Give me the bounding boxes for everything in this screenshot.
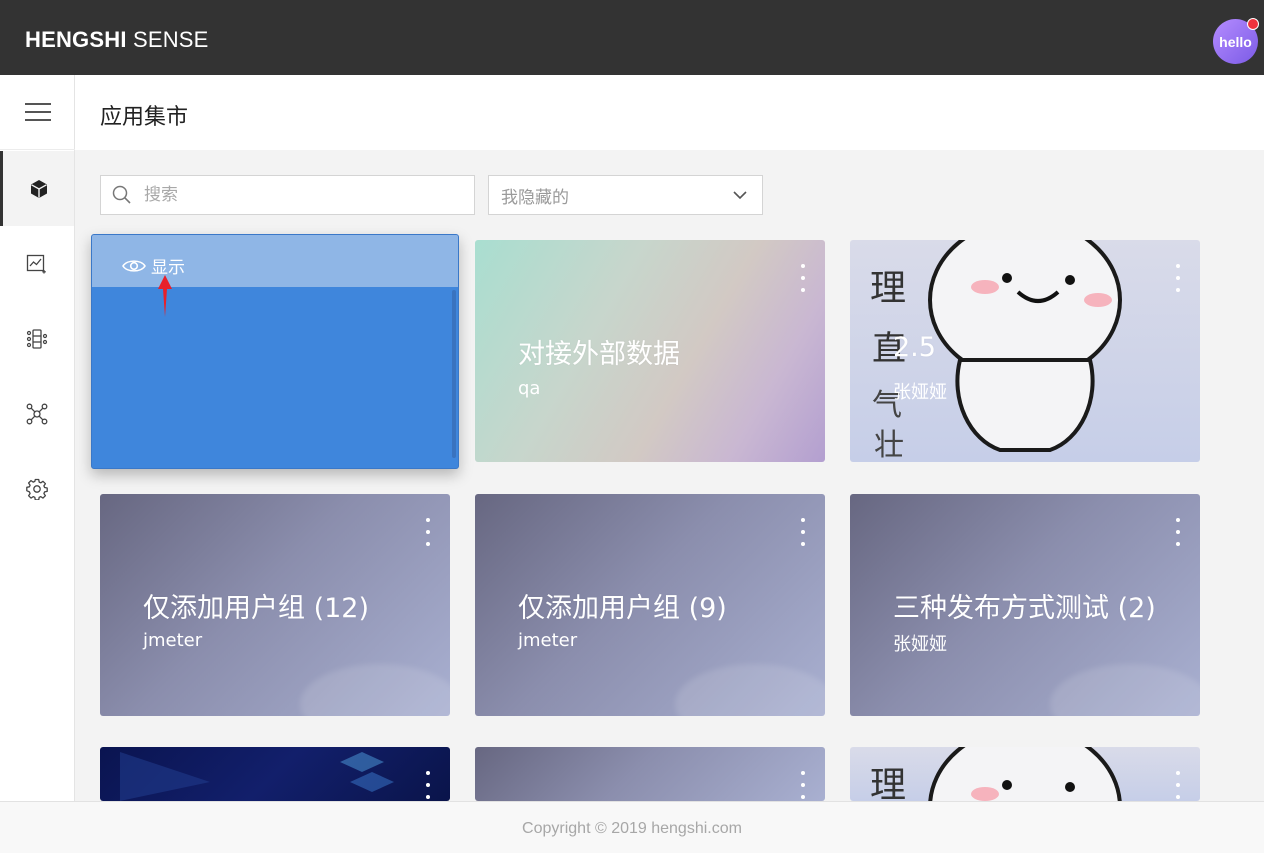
card-texture [300, 664, 450, 716]
sidebar-item-app-market[interactable] [0, 151, 74, 226]
more-options-icon[interactable] [424, 518, 432, 546]
hidden-app-card[interactable]: 显示 [91, 234, 459, 469]
line-chart-icon [26, 254, 46, 273]
app-card[interactable]: 仅添加用户组 (9) jmeter [475, 494, 825, 716]
svg-text:壮: 壮 [874, 428, 904, 462]
dataset-icon [26, 328, 48, 349]
chevron-down-icon [733, 191, 747, 200]
app-card-title: 仅添加用户组 (12) [143, 593, 370, 624]
more-options-icon[interactable] [1174, 518, 1182, 546]
app-card[interactable]: 理 直 气 壮 2.5 张娅娅 [850, 240, 1200, 462]
menu-toggle-button[interactable] [0, 75, 75, 150]
app-card-owner: 张娅娅 [893, 382, 947, 403]
top-bar: HENGSHI SENSE hello [0, 0, 1264, 75]
hidden-card-overlay-bar: 显示 [92, 235, 458, 287]
more-options-icon[interactable] [799, 264, 807, 292]
search-icon [112, 185, 131, 204]
copyright-text: Copyright © 2019 hengshi.com [522, 820, 742, 837]
network-icon [26, 403, 48, 424]
more-options-icon[interactable] [1174, 264, 1182, 292]
gear-icon [26, 478, 48, 500]
page-title: 应用集市 [100, 105, 189, 130]
scrollbar[interactable] [452, 290, 456, 458]
card-texture [675, 664, 825, 716]
app-card[interactable]: 三种发布方式测试 (2) 张娅娅 [850, 494, 1200, 716]
search-box[interactable] [100, 175, 475, 215]
app-card[interactable]: 对接外部数据 qa [475, 240, 825, 462]
card-background-image [120, 752, 394, 801]
more-options-icon[interactable] [1174, 771, 1182, 799]
footer: Copyright © 2019 hengshi.com [0, 801, 1264, 853]
app-card[interactable]: 理 [850, 747, 1200, 801]
annotation-arrow-icon [158, 275, 172, 317]
app-card-title: 对接外部数据 [518, 339, 680, 370]
visibility-filter-value: 我隐藏的 [501, 187, 569, 208]
sidebar-item-settings[interactable] [0, 451, 74, 526]
app-card[interactable]: 仅添加用户组 (12) jmeter [100, 494, 450, 716]
notification-dot [1247, 18, 1259, 30]
app-card-owner: qa [518, 378, 541, 399]
cube-icon [30, 179, 47, 198]
app-card[interactable] [475, 747, 825, 801]
show-toggle-button[interactable]: 显示 [122, 253, 185, 278]
app-card-owner: jmeter [143, 630, 203, 651]
more-options-icon[interactable] [799, 518, 807, 546]
eye-icon [122, 259, 146, 272]
more-options-icon[interactable] [799, 771, 807, 799]
sidebar [0, 75, 75, 801]
cartoon-sticker-image: 理 [870, 747, 1122, 801]
app-card-owner: jmeter [518, 630, 578, 651]
card-texture [1050, 664, 1200, 716]
app-card-title: 三种发布方式测试 (2) [893, 593, 1156, 624]
sidebar-item-dashboards[interactable] [0, 226, 74, 301]
sidebar-item-data-connections[interactable] [0, 376, 74, 451]
app-card-title: 仅添加用户组 (9) [518, 593, 727, 624]
brand-logo[interactable]: HENGSHI SENSE [25, 27, 209, 53]
search-input[interactable] [144, 185, 444, 205]
more-options-icon[interactable] [424, 771, 432, 799]
svg-text:理: 理 [870, 268, 906, 309]
app-card-owner: 张娅娅 [893, 634, 947, 655]
sidebar-item-datasets[interactable] [0, 301, 74, 376]
page-header: 应用集市 [75, 75, 1264, 150]
app-card[interactable] [100, 747, 450, 801]
visibility-filter-select[interactable]: 我隐藏的 [488, 175, 763, 215]
svg-text:理: 理 [870, 765, 906, 801]
app-card-title: 2.5 [893, 332, 936, 363]
hamburger-icon [24, 103, 51, 121]
